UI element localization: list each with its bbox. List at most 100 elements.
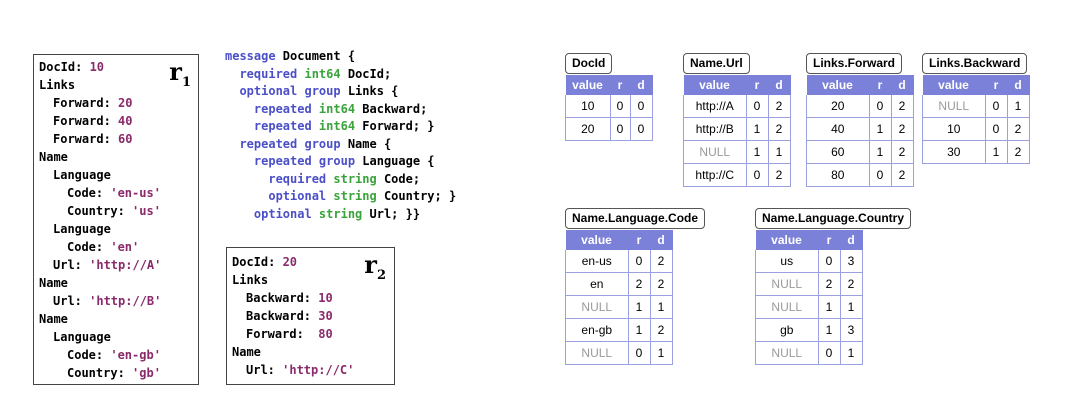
table-row: 10 0 2: [922, 117, 1030, 141]
cell-repetition-level: 0: [609, 95, 630, 118]
cell-value: 40: [806, 117, 869, 141]
cell-definition-level: 1: [839, 295, 863, 319]
column-table: value r d en-us 0 2 en 2 2 NULL 1 1 en-gb 1 2 NULL 0 1: [565, 230, 673, 365]
record-r2-box: r2 DocId: 20 Links Backward: 10 Backward: 3…: [226, 247, 395, 385]
cell-value: http://A: [683, 95, 746, 118]
field-name: Language: [53, 330, 111, 344]
schema-type: string: [318, 206, 370, 221]
record-line: Forward: 80: [246, 326, 333, 342]
cell-value: 20: [565, 117, 610, 141]
cell-repetition-level: 0: [817, 341, 840, 365]
table-row: 20 0 0: [565, 117, 653, 141]
schema-identifier: Backward;: [362, 101, 428, 116]
schema-type: int64: [318, 101, 363, 116]
header-d: d: [650, 230, 673, 250]
record-r1-box: r1 DocId: 10 Links Forward: 20 Forward: 40 F…: [33, 54, 199, 385]
cell-definition-level: 2: [890, 95, 914, 118]
cell-value: http://B: [683, 117, 746, 141]
field-name: Backward:: [246, 309, 312, 323]
cell-repetition-level: 0: [984, 95, 1007, 118]
record-line: DocId: 10: [39, 59, 104, 75]
schema-line: message Document {: [225, 48, 355, 64]
header-d: d: [768, 75, 791, 95]
record-line: Backward: 10: [246, 290, 333, 306]
cell-definition-level: 2: [890, 117, 914, 141]
field-value: 'en-gb': [103, 348, 161, 362]
table-row: 30 1 2: [922, 140, 1030, 164]
cell-repetition-level: 1: [745, 117, 768, 141]
record-r1-title: r1: [169, 57, 191, 90]
cell-definition-level: 2: [767, 95, 791, 118]
table-row: 40 1 2: [806, 117, 914, 141]
schema-keyword: optional group: [225, 84, 348, 98]
record-line: Language: [53, 167, 111, 183]
table-row: 10 0 0: [565, 95, 653, 118]
record-line: Country: 'us': [67, 203, 161, 219]
table-row: NULL 1 1: [755, 295, 863, 319]
column-name-url: Name.Url value r d http://A 0 2 http://B 1 2 NULL 1…: [683, 53, 798, 223]
field-value: 10: [82, 60, 105, 74]
cell-value: 80: [806, 163, 869, 187]
field-name: Language: [53, 168, 111, 182]
column-name-language-code: Name.Language.Code value r d en-us 0 2 en 2 2 NULL…: [565, 208, 730, 393]
column-table: value r d 10 0 0 20 0 0: [565, 75, 653, 141]
field-value: 30: [311, 309, 333, 323]
record-line: Url: 'http://A': [53, 257, 161, 273]
header-value: value: [806, 75, 870, 95]
schema-line: repeated int64 Forward; }: [225, 118, 435, 134]
record-line: Country: 'gb': [67, 365, 161, 381]
header-d: d: [630, 75, 653, 95]
cell-definition-level: 2: [890, 140, 914, 164]
field-name: DocId:: [39, 60, 83, 74]
cell-definition-level: 2: [767, 163, 791, 187]
header-d: d: [840, 230, 863, 250]
cell-repetition-level: 1: [627, 318, 650, 342]
cell-definition-level: 1: [649, 341, 673, 365]
cell-repetition-level: 1: [868, 117, 891, 141]
field-value: 60: [110, 132, 133, 146]
schema-identifier: Country; }: [383, 189, 457, 203]
cell-definition-level: 2: [649, 272, 673, 296]
table-row: gb 1 3: [755, 318, 863, 342]
field-value: 'gb': [124, 366, 161, 380]
cell-definition-level: 2: [649, 318, 673, 342]
cell-definition-level: 1: [839, 341, 863, 365]
schema-keyword: repeated: [225, 101, 319, 116]
cell-definition-level: 3: [839, 250, 863, 273]
header-r: r: [746, 75, 769, 95]
cell-value: http://C: [683, 163, 746, 187]
field-name: Country:: [67, 204, 125, 218]
cell-definition-level: 1: [1006, 95, 1030, 118]
table-row: en-us 0 2: [565, 250, 673, 273]
record-line: Code: 'en': [67, 239, 139, 255]
cell-value: 30: [922, 140, 985, 164]
cell-repetition-level: 0: [868, 95, 891, 118]
header-r: r: [869, 75, 892, 95]
field-name: Url:: [246, 363, 275, 377]
record-line: Forward: 20: [53, 95, 132, 111]
schema-keyword: required: [225, 66, 305, 81]
field-name: DocId:: [232, 255, 276, 269]
schema-type: int64: [318, 119, 363, 133]
cell-value: en: [565, 272, 628, 296]
cell-repetition-level: 0: [984, 117, 1007, 141]
cell-value: 10: [565, 95, 610, 118]
cell-value: NULL: [755, 272, 818, 296]
cell-definition-level: 2: [839, 272, 863, 296]
field-value: 20: [110, 96, 133, 110]
schema-definition: message Document { required int64 DocId;…: [225, 48, 545, 228]
schema-keyword: repeated group: [225, 154, 363, 168]
schema-keyword: optional: [225, 206, 319, 221]
record-line: Name: [39, 149, 68, 165]
table-row: NULL 2 2: [755, 272, 863, 296]
cell-repetition-level: 0: [868, 163, 891, 187]
table-row: NULL 1 1: [565, 295, 673, 319]
header-value: value: [565, 75, 611, 95]
field-value: 'en': [103, 240, 140, 254]
record-r2-title: r2: [364, 250, 386, 283]
header-value: value: [922, 75, 986, 95]
table-row: NULL 1 1: [683, 140, 791, 164]
header-d: d: [891, 75, 914, 95]
cell-repetition-level: 2: [817, 272, 840, 296]
record-line: Forward: 60: [53, 131, 132, 147]
